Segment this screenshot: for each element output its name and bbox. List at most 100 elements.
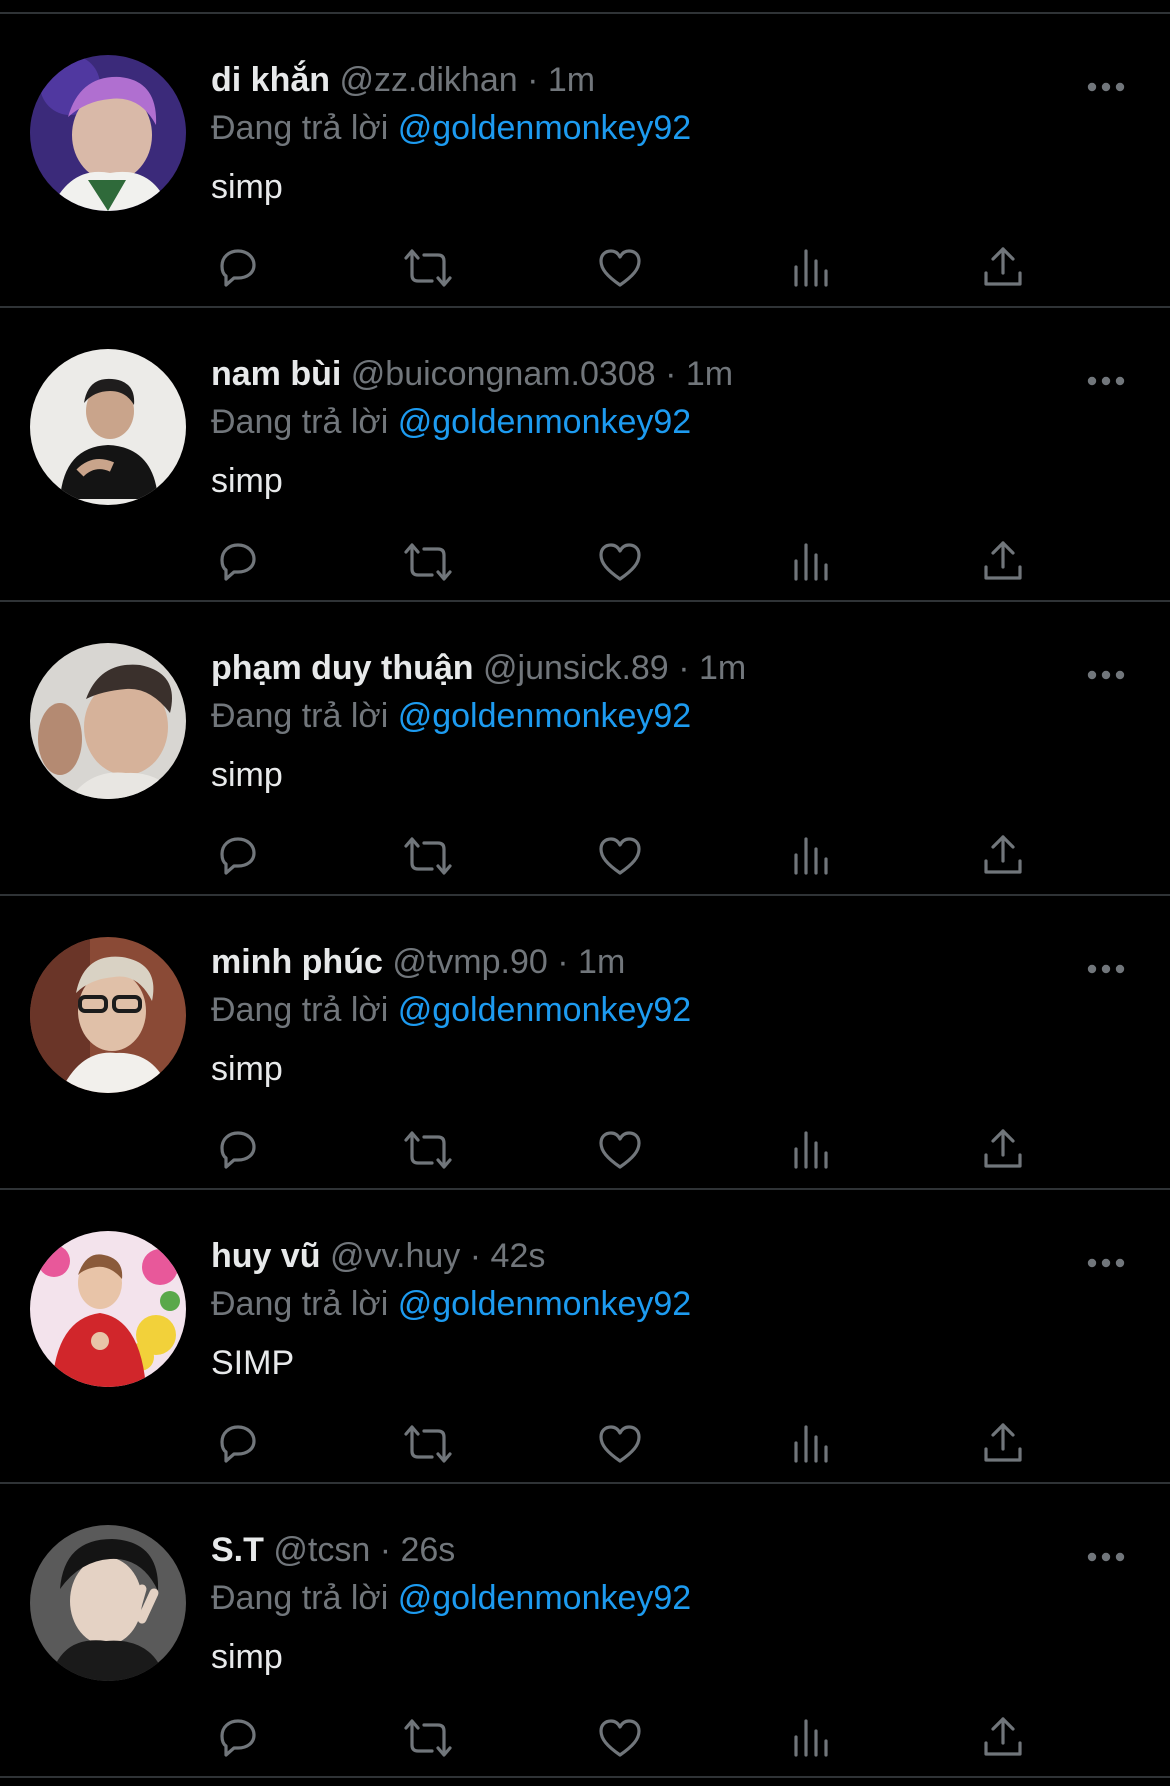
avatar[interactable] [30, 1231, 186, 1387]
share-icon [984, 835, 1022, 874]
timestamp[interactable]: 1m [686, 355, 733, 393]
tweet-actions [0, 1710, 1170, 1766]
views-button[interactable] [782, 240, 842, 296]
replying-to-handle[interactable]: @goldenmonkey92 [398, 109, 691, 147]
more-options-button[interactable] [1086, 664, 1126, 686]
replying-to-handle[interactable]: @goldenmonkey92 [398, 991, 691, 1029]
replying-to-label: Đang trả lời [211, 697, 389, 735]
avatar[interactable] [30, 643, 186, 799]
display-name[interactable]: minh phúc [211, 943, 383, 981]
retweet-button[interactable] [398, 1416, 458, 1472]
reply-button[interactable] [207, 1416, 267, 1472]
views-button[interactable] [782, 534, 842, 590]
tweet-header: phạm duy thuận @junsick.89 · 1m [211, 648, 746, 688]
more-options-button[interactable] [1086, 1252, 1126, 1274]
user-handle[interactable]: @buicongnam.0308 [351, 355, 656, 393]
separator-dot: · [469, 1237, 482, 1275]
display-name[interactable]: di khắn [211, 61, 330, 99]
retweet-button[interactable] [398, 240, 458, 296]
more-horizontal-icon [1087, 1552, 1125, 1562]
display-name[interactable]: nam bùi [211, 355, 341, 393]
replying-to-handle[interactable]: @goldenmonkey92 [398, 403, 691, 441]
more-options-button[interactable] [1086, 958, 1126, 980]
share-button[interactable] [973, 1416, 1033, 1472]
views-button[interactable] [782, 828, 842, 884]
tweet-header: nam bùi @buicongnam.0308 · 1m [211, 354, 733, 394]
views-button[interactable] [782, 1710, 842, 1766]
display-name[interactable]: S.T [211, 1531, 264, 1569]
replying-to-handle[interactable]: @goldenmonkey92 [398, 697, 691, 735]
reply-button[interactable] [207, 828, 267, 884]
timestamp[interactable]: 26s [400, 1531, 455, 1569]
user-handle[interactable]: @junsick.89 [483, 649, 669, 687]
reply-button[interactable] [207, 240, 267, 296]
tweet-actions [0, 1416, 1170, 1472]
user-handle[interactable]: @zz.dikhan [339, 61, 517, 99]
like-button[interactable] [590, 534, 650, 590]
feed-top-divider [0, 0, 1170, 14]
display-name[interactable]: huy vũ [211, 1237, 321, 1275]
retweet-button[interactable] [398, 1122, 458, 1178]
avatar[interactable] [30, 1525, 186, 1681]
timestamp[interactable]: 1m [578, 943, 625, 981]
retweet-button[interactable] [398, 828, 458, 884]
tweet-actions [0, 240, 1170, 296]
separator-dot: · [665, 355, 677, 393]
views-button[interactable] [782, 1122, 842, 1178]
retweet-button[interactable] [398, 1710, 458, 1766]
more-options-button[interactable] [1086, 370, 1126, 392]
reply-button[interactable] [207, 534, 267, 590]
replying-to-handle[interactable]: @goldenmonkey92 [398, 1579, 691, 1617]
retweet-button[interactable] [398, 534, 458, 590]
replying-to: Đang trả lời @goldenmonkey92 [211, 990, 691, 1030]
like-button[interactable] [590, 1710, 650, 1766]
tweet-text: simp [211, 462, 283, 500]
views-button[interactable] [782, 1416, 842, 1472]
tweet-item[interactable]: S.T @tcsn · 26s Đang trả lời @goldenmonk… [0, 1484, 1170, 1778]
display-name[interactable]: phạm duy thuận [211, 649, 474, 687]
separator-dot: · [379, 1531, 392, 1569]
share-icon [984, 1717, 1022, 1756]
reply-button[interactable] [207, 1710, 267, 1766]
timestamp[interactable]: 1m [548, 61, 595, 99]
share-button[interactable] [973, 828, 1033, 884]
avatar[interactable] [30, 55, 186, 211]
replying-to-label: Đang trả lời [211, 403, 389, 441]
views-icon [794, 249, 828, 287]
tweet-item[interactable]: di khắn @zz.dikhan · 1m Đang trả lời @go… [0, 14, 1170, 308]
reply-icon [220, 1131, 256, 1169]
share-button[interactable] [973, 534, 1033, 590]
share-button[interactable] [973, 1122, 1033, 1178]
user-handle[interactable]: @tvmp.90 [392, 943, 547, 981]
separator-dot: · [678, 649, 690, 687]
share-button[interactable] [973, 240, 1033, 296]
tweet-item[interactable]: huy vũ @vv.huy · 42s Đang trả lời @golde… [0, 1190, 1170, 1484]
timestamp[interactable]: 42s [491, 1237, 546, 1275]
share-button[interactable] [973, 1710, 1033, 1766]
more-horizontal-icon [1087, 1258, 1125, 1268]
share-icon [984, 1423, 1022, 1462]
reply-icon [220, 249, 256, 287]
tweet-text: simp [211, 756, 283, 794]
tweet-actions [0, 534, 1170, 590]
user-handle[interactable]: @tcsn [273, 1531, 370, 1569]
replying-to-handle[interactable]: @goldenmonkey92 [398, 1285, 691, 1323]
more-options-button[interactable] [1086, 1546, 1126, 1568]
like-button[interactable] [590, 1122, 650, 1178]
user-handle[interactable]: @vv.huy [330, 1237, 460, 1275]
timestamp[interactable]: 1m [699, 649, 746, 687]
like-button[interactable] [590, 828, 650, 884]
tweet-item[interactable]: minh phúc @tvmp.90 · 1m Đang trả lời @go… [0, 896, 1170, 1190]
tweet-item[interactable]: phạm duy thuận @junsick.89 · 1m Đang trả… [0, 602, 1170, 896]
reply-button[interactable] [207, 1122, 267, 1178]
like-button[interactable] [590, 1416, 650, 1472]
heart-icon [599, 249, 641, 287]
views-icon [794, 1425, 828, 1463]
more-horizontal-icon [1087, 82, 1125, 92]
avatar[interactable] [30, 349, 186, 505]
like-button[interactable] [590, 240, 650, 296]
tweet-item[interactable]: nam bùi @buicongnam.0308 · 1m Đang trả l… [0, 308, 1170, 602]
replying-to-label: Đang trả lời [211, 1579, 389, 1617]
avatar[interactable] [30, 937, 186, 1093]
more-options-button[interactable] [1086, 76, 1126, 98]
